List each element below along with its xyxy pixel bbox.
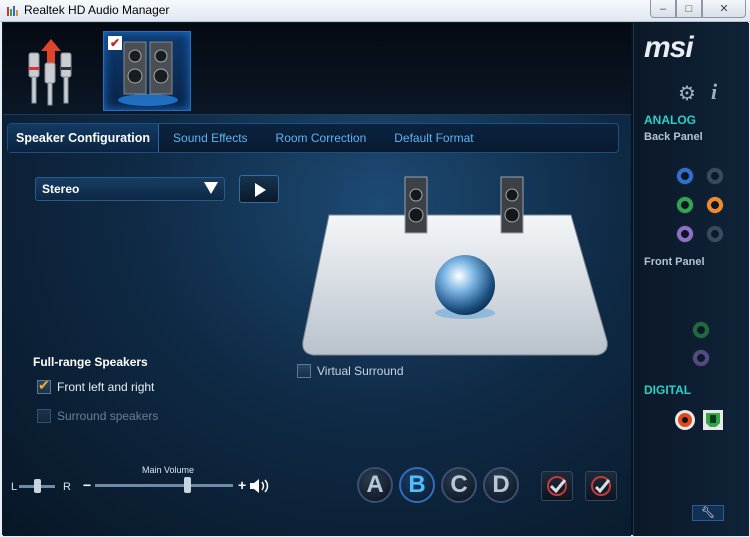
dropdown-arrow-icon <box>204 182 218 194</box>
speaker-config-dropdown[interactable]: Stereo <box>35 177 225 201</box>
minimize-button[interactable]: – <box>650 0 676 18</box>
balance-knob[interactable] <box>34 479 41 493</box>
brand-logo: msi <box>644 31 694 64</box>
analog-heading: ANALOG <box>644 113 696 127</box>
speaker-stage-illustration <box>302 176 608 356</box>
jack-devices-tile[interactable] <box>11 31 99 111</box>
surround-speakers-label: Surround speakers <box>57 409 159 423</box>
volume-minus-icon[interactable]: − <box>83 477 91 493</box>
virtual-surround-checkbox[interactable] <box>297 364 311 378</box>
full-range-title: Full-range Speakers <box>33 355 148 369</box>
gear-icon[interactable]: ⚙ <box>678 81 696 106</box>
main-volume-label: Main Volume <box>142 465 195 475</box>
window-title: Realtek HD Audio Manager <box>24 3 170 17</box>
profile-d-button[interactable]: D <box>483 467 519 503</box>
back-panel-label: Back Panel <box>644 131 703 143</box>
tab-room-correction[interactable]: Room Correction <box>262 124 381 152</box>
wrench-icon[interactable]: 🔧︎ <box>692 505 724 521</box>
tab-sound-effects[interactable]: Sound Effects <box>159 124 262 152</box>
reset-profile-button[interactable] <box>585 471 617 501</box>
balance-left-label: L <box>11 481 18 493</box>
speakers-device-tile[interactable]: ✔ <box>103 31 191 111</box>
info-icon[interactable]: i <box>711 79 717 105</box>
main-volume-knob[interactable] <box>184 477 191 493</box>
surround-speakers-option: Surround speakers <box>37 409 158 423</box>
front-jack-purple-icon[interactable] <box>692 349 710 367</box>
front-panel-label: Front Panel <box>644 256 705 268</box>
main-volume-track[interactable] <box>95 484 233 487</box>
speaker-config-value: Stereo <box>42 182 80 196</box>
front-left-right-checkbox[interactable] <box>37 377 51 394</box>
speaker-app-icon <box>7 6 18 16</box>
tab-bar: Speaker Configuration Sound Effects Room… <box>7 123 619 153</box>
volume-plus-icon[interactable]: + <box>238 477 246 493</box>
front-left-right-label: Front left and right <box>57 380 155 394</box>
tab-speaker-configuration[interactable]: Speaker Configuration <box>8 124 160 152</box>
back-jack-green-icon[interactable] <box>676 196 694 214</box>
virtual-surround-option[interactable]: Virtual Surround <box>297 364 404 378</box>
coaxial-output-icon[interactable] <box>674 409 696 431</box>
play-icon <box>255 183 266 197</box>
back-jack-gray-1-icon[interactable] <box>706 167 724 185</box>
profile-c-button[interactable]: C <box>441 467 477 503</box>
tab-default-format[interactable]: Default Format <box>380 124 487 152</box>
volume-speaker-icon[interactable] <box>249 478 271 494</box>
listener-sphere-icon <box>435 255 495 315</box>
app-client-area: ✔ Speaker Configuration Sound Effects Ro… <box>2 22 749 536</box>
main-panel: ✔ Speaker Configuration Sound Effects Ro… <box>3 23 631 536</box>
window-controls: – □ ✕ <box>650 0 746 18</box>
apply-profile-button[interactable] <box>541 471 573 501</box>
front-left-right-option[interactable]: Front left and right <box>37 377 155 394</box>
optical-output-icon[interactable] <box>702 409 724 431</box>
device-strip: ✔ <box>3 23 631 115</box>
rca-jacks-icon <box>28 39 72 106</box>
virtual-surround-label: Virtual Surround <box>317 364 404 378</box>
profile-b-button[interactable]: B <box>399 467 435 503</box>
balance-right-label: R <box>63 481 71 493</box>
test-play-button[interactable] <box>239 175 279 203</box>
check-icon <box>547 476 567 496</box>
digital-heading: DIGITAL <box>644 383 692 397</box>
back-jack-purple-icon[interactable] <box>676 225 694 243</box>
refresh-check-icon <box>591 476 611 496</box>
title-bar: Realtek HD Audio Manager – □ ✕ <box>0 0 750 22</box>
close-button[interactable]: ✕ <box>702 0 746 18</box>
back-jack-blue-icon[interactable] <box>676 167 694 185</box>
connector-panel: msi ⚙ i ANALOG Back Panel Front Panel DI… <box>633 23 749 536</box>
default-device-check-icon: ✔ <box>108 36 122 50</box>
right-speaker-icon[interactable] <box>500 176 524 234</box>
back-jack-gray-2-icon[interactable] <box>706 225 724 243</box>
back-jack-orange-icon[interactable] <box>706 196 724 214</box>
profile-a-button[interactable]: A <box>357 467 393 503</box>
maximize-button[interactable]: □ <box>676 0 702 18</box>
left-speaker-icon[interactable] <box>404 176 428 234</box>
surround-speakers-checkbox <box>37 409 51 423</box>
front-jack-green-icon[interactable] <box>692 321 710 339</box>
